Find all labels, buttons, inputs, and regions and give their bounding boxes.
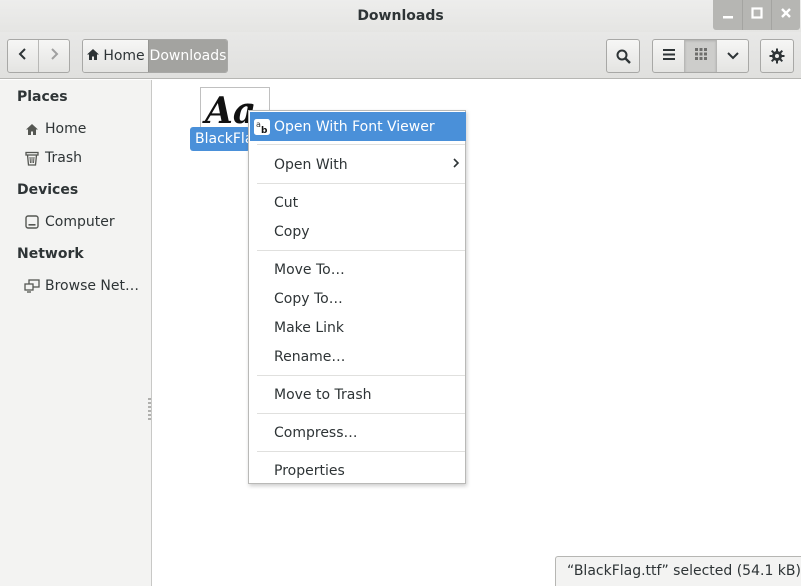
minimize-button[interactable]	[713, 0, 742, 30]
sidebar-heading-places: Places	[17, 89, 68, 105]
menu-item-label: Cut	[274, 194, 299, 211]
home-icon	[86, 48, 100, 65]
drive-icon	[24, 214, 40, 230]
sidebar-item-home[interactable]: Home	[24, 118, 86, 140]
minimize-icon	[722, 7, 734, 23]
view-switcher	[652, 39, 749, 73]
chevron-down-icon	[726, 48, 739, 64]
sidebar-item-label: Browse Net…	[45, 278, 140, 294]
navigation-buttons	[7, 39, 70, 73]
menu-separator	[257, 375, 465, 376]
list-view-button[interactable]	[653, 40, 684, 72]
menu-separator	[257, 451, 465, 452]
context-menu: ab Open With Font Viewer Open With Cut C…	[248, 110, 466, 484]
sidebar-item-label: Trash	[45, 150, 82, 166]
menu-separator	[257, 144, 465, 145]
back-button[interactable]	[8, 40, 38, 72]
sidebar-heading-devices: Devices	[17, 182, 79, 198]
chevron-left-icon	[18, 48, 28, 64]
menu-item-cut[interactable]: Cut	[250, 188, 466, 217]
sidebar-item-computer[interactable]: Computer	[24, 211, 115, 233]
menu-separator	[257, 413, 465, 414]
close-button[interactable]	[771, 0, 800, 30]
settings-button[interactable]	[760, 39, 794, 73]
close-icon	[780, 7, 792, 23]
menu-item-move-to[interactable]: Move To…	[250, 255, 466, 284]
trash-icon	[24, 150, 40, 166]
home-icon	[24, 121, 40, 137]
menu-item-label: Properties	[274, 462, 345, 479]
menu-item-compress[interactable]: Compress…	[250, 418, 466, 447]
menu-item-label: Open With	[274, 156, 348, 173]
grid-view-icon	[694, 48, 707, 64]
grid-view-button[interactable]	[684, 40, 716, 72]
menu-item-label: Move to Trash	[274, 386, 372, 403]
menu-item-copy[interactable]: Copy	[250, 217, 466, 246]
sidebar-item-label: Computer	[45, 214, 115, 230]
sidebar-item-browse-network[interactable]: Browse Net…	[24, 275, 139, 297]
sidebar-item-trash[interactable]: Trash	[24, 147, 82, 169]
forward-button[interactable]	[38, 40, 69, 72]
menu-item-make-link[interactable]: Make Link	[250, 313, 466, 342]
maximize-button[interactable]	[742, 0, 771, 30]
window-controls	[713, 0, 800, 30]
menu-item-copy-to[interactable]: Copy To…	[250, 284, 466, 313]
menu-separator	[257, 183, 465, 184]
menu-item-open-with[interactable]: Open With	[250, 150, 466, 179]
menu-item-label: Compress…	[274, 424, 358, 441]
svg-text:b: b	[261, 126, 268, 135]
search-button[interactable]	[606, 39, 640, 73]
chevron-right-icon	[49, 48, 59, 64]
path-home-label: Home	[103, 48, 145, 64]
menu-item-label: Rename…	[274, 348, 346, 365]
path-bar: Home Downloads	[82, 39, 228, 73]
path-current-button[interactable]: Downloads	[148, 40, 227, 72]
chevron-right-icon	[452, 157, 460, 173]
status-bar: “BlackFlag.ttf” selected (54.1 kB)	[555, 556, 801, 586]
menu-item-label: Make Link	[274, 319, 344, 336]
menu-separator	[257, 250, 465, 251]
menu-item-label: Move To…	[274, 261, 345, 278]
view-options-button[interactable]	[716, 40, 748, 72]
menu-item-label: Open With Font Viewer	[274, 118, 435, 135]
search-icon	[616, 49, 631, 64]
menu-item-move-to-trash[interactable]: Move to Trash	[250, 380, 466, 409]
menu-item-label: Copy	[274, 223, 310, 240]
list-view-icon	[662, 48, 675, 64]
path-home-button[interactable]: Home	[83, 40, 148, 72]
network-icon	[24, 278, 40, 294]
menu-item-properties[interactable]: Properties	[250, 456, 466, 485]
window-title: Downloads	[357, 8, 444, 24]
menu-item-label: Copy To…	[274, 290, 343, 307]
sidebar-heading-network: Network	[17, 246, 84, 262]
sidebar-resize-handle[interactable]	[148, 398, 151, 420]
file-name-label[interactable]: BlackFla	[190, 127, 250, 151]
menu-item-open-with-font-viewer[interactable]: ab Open With Font Viewer	[250, 112, 466, 141]
maximize-icon	[751, 7, 763, 23]
menu-item-rename[interactable]: Rename…	[250, 342, 466, 371]
gear-icon	[769, 48, 785, 64]
sidebar-item-label: Home	[45, 121, 87, 137]
font-viewer-icon: ab	[254, 119, 270, 136]
sidebar: Places Home Trash Devices Computer Netwo…	[0, 80, 152, 586]
title-bar: Downloads	[0, 0, 801, 32]
